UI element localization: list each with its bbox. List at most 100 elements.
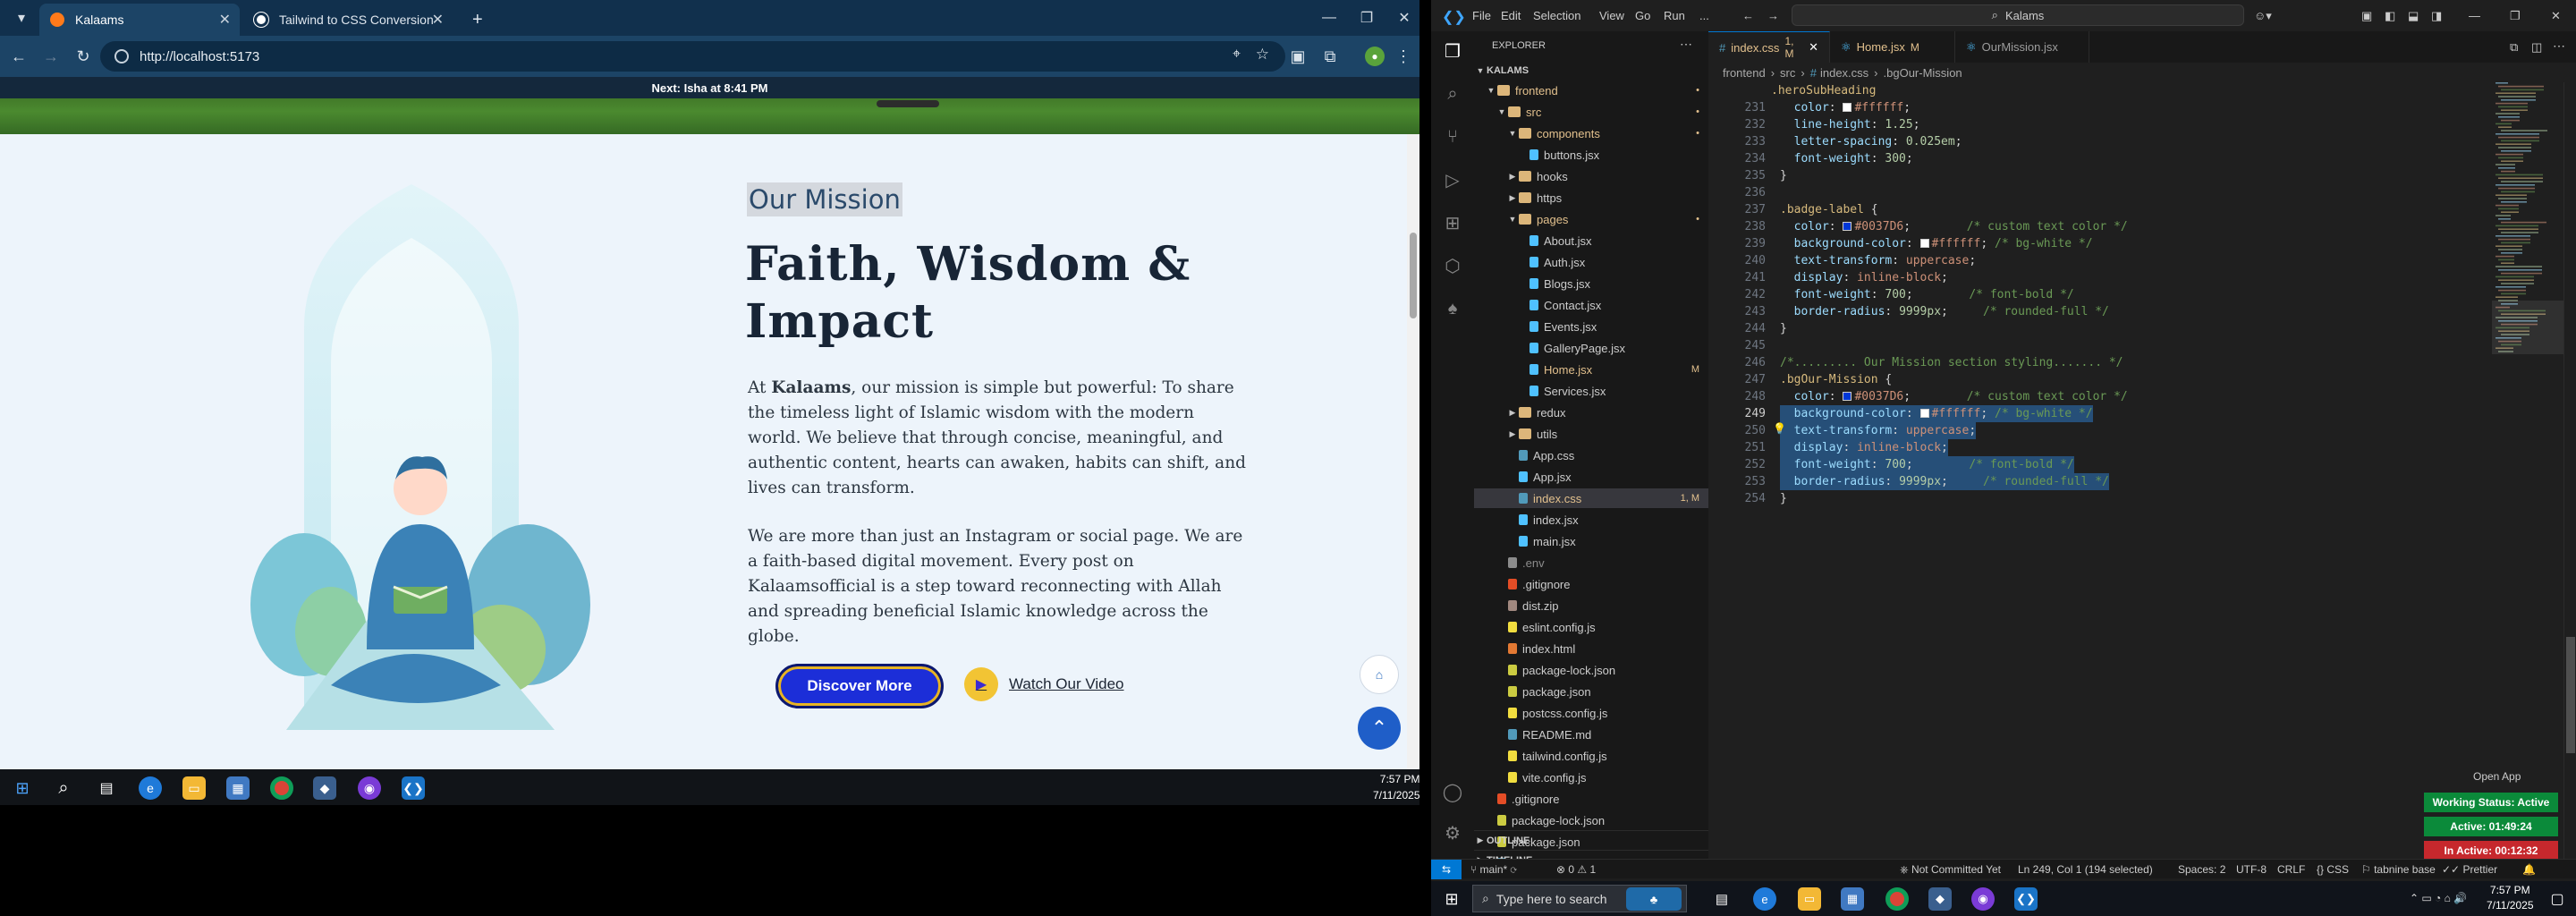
breadcrumb-item[interactable]: src (1780, 66, 1795, 80)
explorer-icon[interactable]: ❐ (1442, 40, 1463, 62)
open-changes-icon[interactable]: ⧉ (2510, 40, 2518, 55)
menu-selection[interactable]: Selection (1533, 9, 1580, 22)
color-swatch[interactable] (1919, 239, 1929, 248)
tree-item[interactable]: ▶ utils (1474, 424, 1708, 444)
command-center-search[interactable]: ⌕ Kalams (1792, 4, 2244, 26)
tree-item[interactable]: Blogs.jsx (1474, 274, 1708, 293)
code-line[interactable]: font-weight: 300; (1780, 150, 1913, 167)
code-line[interactable]: display: inline-block; (1780, 439, 1948, 456)
tree-item[interactable]: README.md (1474, 725, 1708, 744)
indentation[interactable]: Spaces: 2 (2178, 863, 2225, 876)
code-line[interactable]: font-weight: 700; /* font-bold */ (1780, 456, 2074, 473)
encoding[interactable]: UTF-8 (2236, 863, 2267, 876)
code-line[interactable]: background-color: #ffffff; /* bg-white *… (1780, 235, 2093, 252)
source-control-icon[interactable]: ⑂ (1442, 126, 1463, 148)
cursor-position[interactable]: Ln 249, Col 1 (194 selected) (2018, 863, 2153, 876)
github-icon[interactable]: ◉ (1971, 887, 1995, 911)
code-line[interactable]: display: inline-block; (1780, 269, 1948, 286)
code-line[interactable]: .badge-label { (1780, 201, 1878, 218)
breadcrumb-item[interactable]: frontend (1723, 66, 1766, 80)
code-line[interactable]: background-color: #ffffff; /* bg-white *… (1780, 405, 2093, 422)
tree-item[interactable]: vite.config.js (1474, 768, 1708, 787)
code-line[interactable]: border-radius: 9999px; /* rounded-full *… (1780, 303, 2109, 320)
code-line[interactable]: } (1780, 490, 1787, 507)
edge-icon[interactable]: e (139, 776, 162, 800)
scrollbar-thumb[interactable] (1410, 233, 1417, 318)
language-mode[interactable]: {} CSS (2317, 863, 2349, 876)
color-swatch[interactable] (1843, 103, 1852, 112)
notifications-icon[interactable]: ▢ (2546, 887, 2569, 911)
tab-index-css[interactable]: # index.css 1, M ✕ (1708, 31, 1830, 63)
code-line[interactable]: } (1780, 320, 1787, 337)
extensions-icon[interactable]: ⊞ (1442, 212, 1463, 233)
menu-file[interactable]: File (1472, 9, 1491, 22)
tree-item[interactable]: postcss.config.js (1474, 703, 1708, 723)
tree-item[interactable]: GalleryPage.jsx (1474, 338, 1708, 358)
code-line[interactable]: /*......... Our Mission section styling.… (1780, 354, 2123, 371)
windows-start-icon[interactable]: ⊞ (11, 776, 34, 800)
discover-more-button[interactable]: Discover More (775, 664, 944, 708)
run-debug-icon[interactable]: ▷ (1442, 169, 1463, 191)
layout-icon[interactable]: ▣ (2361, 9, 2372, 23)
vscode-taskbar-icon[interactable]: ❮❯ (402, 776, 425, 800)
toggle-secondary-sidebar-icon[interactable]: ◨ (2431, 9, 2442, 23)
code-line[interactable]: line-height: 1.25; (1780, 116, 1920, 133)
code-line[interactable]: letter-spacing: 0.025em; (1780, 133, 1962, 150)
code-line[interactable]: color: #ffffff; (1780, 99, 1911, 116)
tree-item[interactable]: ▼ frontend • (1474, 81, 1708, 100)
accounts-icon[interactable]: ◯ (1442, 781, 1463, 802)
task-view-icon[interactable]: ▤ (95, 776, 118, 800)
prayer-dome-icon[interactable]: ⌂ (1360, 655, 1399, 694)
file-explorer-icon[interactable]: ▭ (182, 776, 206, 800)
nav-back-icon[interactable]: ← (1742, 9, 1754, 22)
app-icon-dark[interactable]: ◆ (1928, 887, 1952, 911)
menu-run[interactable]: Run (1664, 9, 1685, 22)
tree-item[interactable]: Services.jsx (1474, 381, 1708, 401)
tree-item[interactable]: Auth.jsx (1474, 252, 1708, 272)
end-of-line[interactable]: CRLF (2277, 863, 2305, 876)
code-line[interactable]: text-transform: uppercase; (1780, 252, 1977, 269)
minimap[interactable] (2492, 82, 2563, 369)
system-tray-icons[interactable]: ⌃ ▭ ◔ ⌂ 🔊 (2410, 892, 2467, 904)
search-icon[interactable]: ⌕ (1442, 83, 1463, 105)
code-line[interactable]: } (1780, 167, 1787, 184)
watch-video-link[interactable]: ▶ Watch Our Video (964, 667, 1124, 701)
tree-item[interactable]: package-lock.json (1474, 660, 1708, 680)
tree-item[interactable]: ▶ redux (1474, 403, 1708, 422)
tabnine-status[interactable]: ⚐ tabnine base (2361, 863, 2436, 876)
color-swatch[interactable] (1843, 222, 1852, 231)
tree-item[interactable]: main.jsx (1474, 531, 1708, 551)
close-window-icon[interactable]: ✕ (2551, 9, 2561, 23)
store-icon[interactable]: ▦ (226, 776, 250, 800)
tree-item[interactable]: .env (1474, 553, 1708, 572)
extension-icon[interactable]: ▣ (1286, 45, 1309, 68)
github-icon[interactable]: ◉ (358, 776, 381, 800)
tree-item[interactable]: index.jsx (1474, 510, 1708, 530)
tree-item[interactable]: .gitignore (1474, 574, 1708, 594)
split-editor-icon[interactable]: ◫ (2531, 40, 2542, 55)
color-swatch[interactable] (1919, 409, 1929, 418)
tree-item[interactable]: About.jsx (1474, 231, 1708, 250)
tab-search-icon[interactable]: ▾ (11, 0, 32, 36)
editor-more-icon[interactable]: ⋯ (2553, 38, 2565, 54)
tree-item[interactable]: App.jsx (1474, 467, 1708, 487)
page-scrollbar[interactable] (1407, 134, 1419, 769)
toggle-panel-icon[interactable]: ⬓ (2408, 9, 2419, 23)
copilot-icon[interactable]: ☺▾ (2254, 9, 2272, 23)
new-tab-button[interactable]: + (462, 4, 488, 36)
chrome-menu-icon[interactable]: ⋮ (1392, 45, 1415, 68)
tree-item[interactable]: ▼ components • (1474, 123, 1708, 143)
url-text[interactable]: http://localhost:5173 (140, 49, 259, 64)
store-icon[interactable]: ▦ (1841, 887, 1864, 911)
tree-item[interactable]: App.css (1474, 445, 1708, 465)
reload-icon[interactable]: ↻ (72, 45, 95, 68)
tree-item[interactable]: ▶ hooks (1474, 166, 1708, 186)
back-icon[interactable]: ← (7, 45, 30, 68)
code-line[interactable]: color: #0037D6; /* custom text color */ (1780, 218, 2128, 235)
nav-forward-icon[interactable]: → (1767, 9, 1779, 22)
tab-home-jsx[interactable]: ⚛ Home.jsx M (1830, 31, 1955, 63)
browser-tab-kalaams[interactable]: Kalaams ✕ (39, 4, 240, 36)
close-window-icon[interactable]: ✕ (1384, 0, 1419, 36)
tree-item[interactable]: eslint.config.js (1474, 617, 1708, 637)
location-icon[interactable]: ⌖ (1233, 47, 1241, 63)
